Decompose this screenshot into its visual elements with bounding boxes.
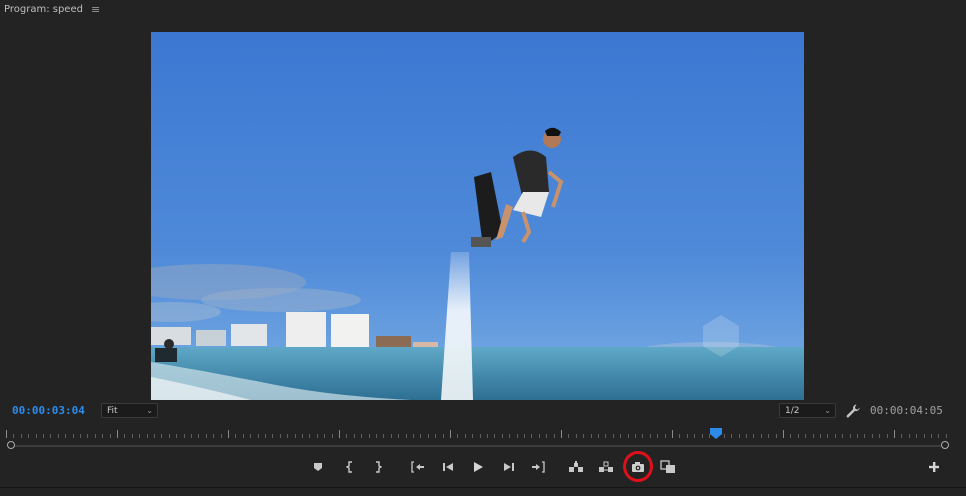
plus-icon[interactable] [926,459,942,475]
chevron-down-icon: ⌄ [824,406,831,415]
mark-out-icon[interactable] [367,455,389,479]
step-back-icon[interactable] [437,455,459,479]
zoom-level-select[interactable]: Fit ⌄ [101,403,158,418]
current-timecode[interactable]: 00:00:03:04 [12,404,85,417]
playback-resolution-select[interactable]: 1/2 ⌄ [779,403,836,418]
panel-title[interactable]: Program: speed [4,4,83,15]
go-to-out-icon[interactable] [527,455,549,479]
duration-timecode: 00:00:04:05 [870,404,943,417]
add-marker-icon[interactable] [307,455,329,479]
extract-icon[interactable] [595,455,617,479]
video-frame-image [151,32,804,400]
time-ruler[interactable] [6,428,950,440]
zoom-scroll-bar[interactable] [10,445,946,447]
playhead-marker[interactable] [708,428,724,440]
play-icon[interactable] [467,455,489,479]
monitor-controls-row: 00:00:03:04 Fit ⌄ 1/2 ⌄ 00:00:04:05 [0,400,966,422]
zoom-scroll-end-handle[interactable] [941,441,949,449]
lift-icon[interactable] [565,455,587,479]
go-to-in-icon[interactable] [407,455,429,479]
hamburger-menu-icon[interactable]: ≡ [91,3,100,16]
panel-bottom-divider [0,487,966,488]
export-frame-icon[interactable] [627,455,649,479]
zoom-level-value: Fit [107,405,118,416]
chevron-down-icon: ⌄ [146,406,153,415]
transport-controls [0,455,966,479]
panel-header: Program: speed ≡ [0,0,966,18]
program-monitor-viewer[interactable] [151,32,804,400]
wrench-icon[interactable] [845,403,861,419]
mark-in-icon[interactable] [339,455,361,479]
zoom-scroll-start-handle[interactable] [7,441,15,449]
step-forward-icon[interactable] [498,455,520,479]
resolution-value: 1/2 [785,405,800,416]
comparison-view-icon[interactable] [657,455,679,479]
